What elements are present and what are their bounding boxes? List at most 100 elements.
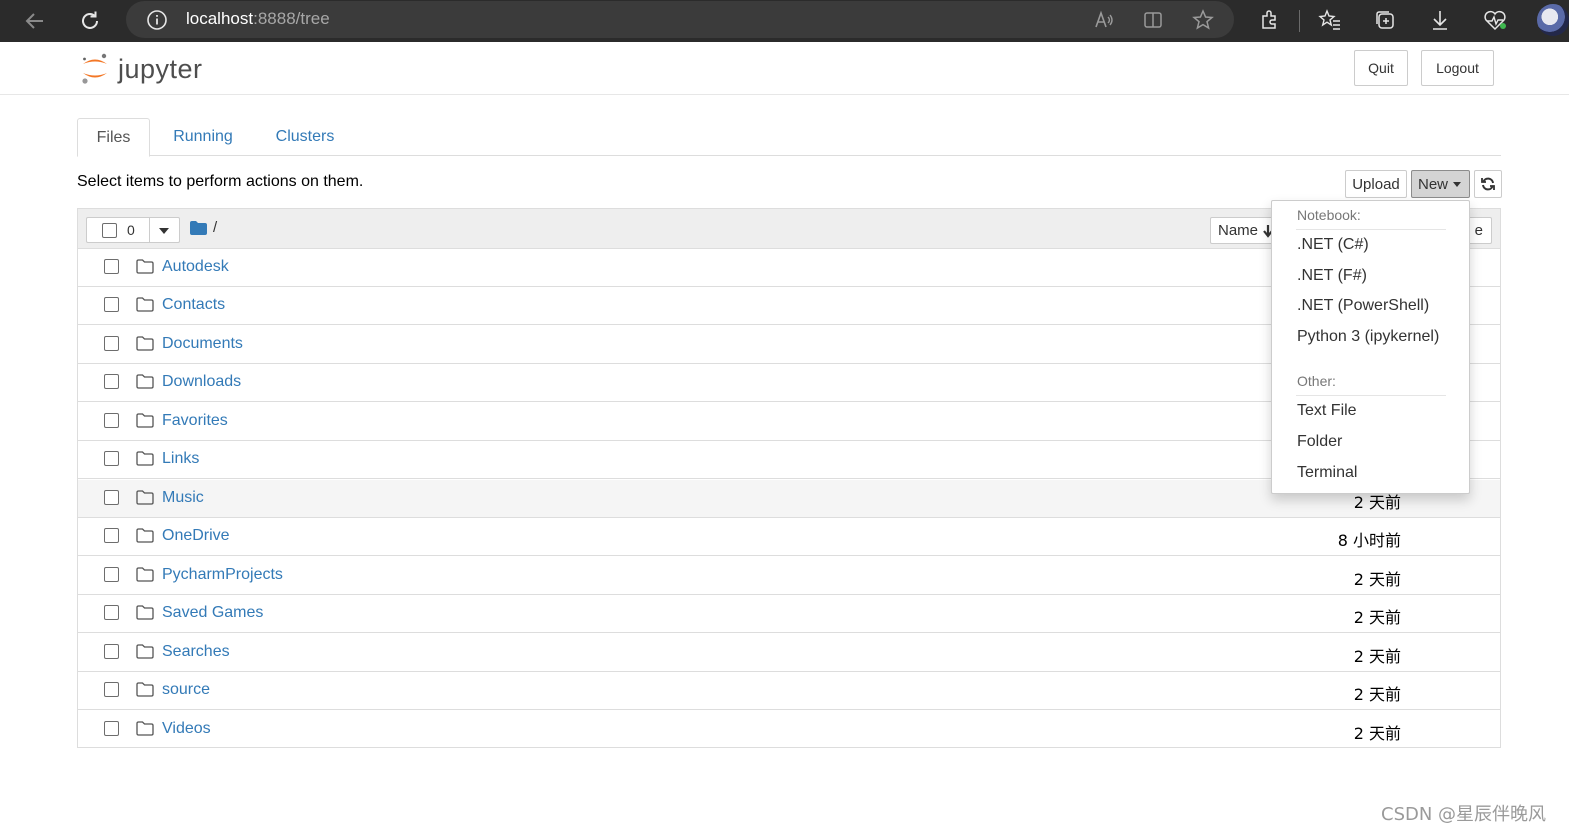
- row-checkbox[interactable]: [104, 374, 119, 389]
- file-row[interactable]: Searches 2 天前: [78, 634, 1500, 672]
- folder-outline-icon: [136, 490, 154, 505]
- folder-icon: [190, 220, 207, 235]
- row-checkbox[interactable]: [104, 413, 119, 428]
- new-text-file[interactable]: Text File: [1297, 402, 1357, 420]
- file-modified: 2 天前: [1353, 647, 1401, 666]
- jupyter-header: jupyter Quit Logout: [0, 42, 1569, 95]
- row-checkbox[interactable]: [104, 721, 119, 736]
- quit-button[interactable]: Quit: [1354, 50, 1408, 86]
- row-checkbox[interactable]: [104, 490, 119, 505]
- row-checkbox[interactable]: [104, 451, 119, 466]
- file-row[interactable]: PycharmProjects 2 天前: [78, 557, 1500, 595]
- read-aloud-icon[interactable]: [1090, 6, 1118, 34]
- breadcrumb-root[interactable]: /: [213, 219, 217, 236]
- folder-outline-icon: [136, 297, 154, 312]
- new-folder[interactable]: Folder: [1297, 433, 1342, 451]
- file-name-link[interactable]: Saved Games: [162, 604, 263, 622]
- select-menu-caret-icon[interactable]: [159, 228, 169, 234]
- main-tabs: Files Running Clusters: [77, 118, 1501, 157]
- folder-outline-icon: [136, 721, 154, 736]
- file-name-link[interactable]: source: [162, 681, 210, 699]
- folder-outline-icon: [136, 413, 154, 428]
- new-notebook-dotnet-fsharp[interactable]: .NET (F#): [1297, 267, 1367, 285]
- file-name-link[interactable]: Videos: [162, 720, 211, 738]
- jupyter-logo-icon: [82, 53, 107, 84]
- new-dropdown-menu: Notebook: .NET (C#) .NET (F#) .NET (Powe…: [1271, 200, 1470, 494]
- profile-avatar[interactable]: [1537, 4, 1569, 36]
- file-name-link[interactable]: PycharmProjects: [162, 566, 283, 584]
- folder-outline-icon: [136, 336, 154, 351]
- new-notebook-dotnet-powershell[interactable]: .NET (PowerShell): [1297, 297, 1429, 315]
- file-modified: 2 天前: [1353, 608, 1401, 627]
- downloads-icon[interactable]: [1425, 5, 1455, 35]
- row-checkbox[interactable]: [104, 567, 119, 582]
- folder-outline-icon: [136, 259, 154, 274]
- folder-outline-icon: [136, 374, 154, 389]
- browser-toolbar: localhost:8888/tree: [0, 0, 1569, 42]
- row-checkbox[interactable]: [104, 528, 119, 543]
- file-name-link[interactable]: Links: [162, 450, 199, 468]
- folder-outline-icon: [136, 528, 154, 543]
- address-bar[interactable]: localhost:8888/tree: [126, 1, 1234, 38]
- new-notebook-python3[interactable]: Python 3 (ipykernel): [1297, 328, 1439, 346]
- row-checkbox[interactable]: [104, 605, 119, 620]
- jupyter-logo[interactable]: jupyter: [80, 50, 203, 88]
- split-screen-icon[interactable]: [1139, 6, 1167, 34]
- file-name-link[interactable]: Downloads: [162, 373, 241, 391]
- file-modified: 8 小时前: [1337, 531, 1401, 550]
- row-checkbox[interactable]: [104, 297, 119, 312]
- toolbar-separator: [1299, 10, 1300, 32]
- back-button[interactable]: [20, 6, 50, 36]
- file-row[interactable]: OneDrive 8 小时前: [78, 518, 1500, 556]
- file-row[interactable]: Videos 2 天前: [78, 711, 1500, 748]
- reload-icon: [82, 11, 98, 29]
- back-arrow-icon: [25, 13, 43, 29]
- file-name-link[interactable]: Contacts: [162, 296, 225, 314]
- folder-outline-icon: [136, 682, 154, 697]
- url-text[interactable]: localhost:8888/tree: [186, 9, 330, 29]
- row-checkbox[interactable]: [104, 644, 119, 659]
- logout-button[interactable]: Logout: [1421, 50, 1494, 86]
- extensions-icon[interactable]: [1254, 5, 1284, 35]
- file-row[interactable]: source 2 天前: [78, 672, 1500, 710]
- file-name-link[interactable]: Autodesk: [162, 258, 229, 276]
- row-checkbox[interactable]: [104, 682, 119, 697]
- file-modified: 2 天前: [1353, 724, 1401, 743]
- collections-icon[interactable]: [1370, 5, 1400, 35]
- file-modified: 2 天前: [1353, 570, 1401, 589]
- tab-running[interactable]: Running: [161, 118, 245, 156]
- selected-count: 0: [127, 222, 135, 238]
- new-notebook-dotnet-csharp[interactable]: .NET (C#): [1297, 236, 1369, 254]
- file-name-link[interactable]: Documents: [162, 335, 243, 353]
- tab-files[interactable]: Files: [77, 118, 150, 157]
- refresh-button[interactable]: [1474, 170, 1502, 198]
- breadcrumb[interactable]: /: [190, 219, 217, 236]
- watermark: CSDN @星辰伴晚风: [1381, 804, 1547, 825]
- url-host: localhost: [186, 9, 254, 28]
- new-dropdown-button[interactable]: New: [1411, 170, 1470, 198]
- select-all-checkbox[interactable]: [102, 223, 117, 238]
- menu-divider: [1296, 229, 1446, 230]
- file-row[interactable]: Saved Games 2 天前: [78, 595, 1500, 633]
- row-checkbox[interactable]: [104, 336, 119, 351]
- sort-name-label: Name: [1218, 222, 1259, 239]
- tab-clusters[interactable]: Clusters: [259, 118, 351, 156]
- new-terminal[interactable]: Terminal: [1297, 464, 1357, 482]
- file-name-link[interactable]: Favorites: [162, 412, 228, 430]
- sort-by-name-button[interactable]: Name: [1210, 217, 1280, 244]
- select-all-group[interactable]: 0: [86, 217, 180, 243]
- caret-down-icon: [1453, 181, 1462, 187]
- favorites-list-icon[interactable]: [1315, 5, 1345, 35]
- file-name-link[interactable]: Music: [162, 489, 204, 507]
- row-checkbox[interactable]: [104, 259, 119, 274]
- browser-essentials-icon[interactable]: [1480, 5, 1510, 35]
- upload-button[interactable]: Upload: [1345, 170, 1407, 198]
- reload-button[interactable]: [75, 6, 105, 36]
- url-path: :8888/tree: [253, 9, 330, 28]
- folder-outline-icon: [136, 567, 154, 582]
- file-name-link[interactable]: Searches: [162, 643, 230, 661]
- site-info-icon[interactable]: [144, 7, 170, 33]
- favorite-star-icon[interactable]: [1189, 6, 1217, 34]
- file-name-link[interactable]: OneDrive: [162, 527, 230, 545]
- jupyter-logo-text: jupyter: [118, 53, 203, 84]
